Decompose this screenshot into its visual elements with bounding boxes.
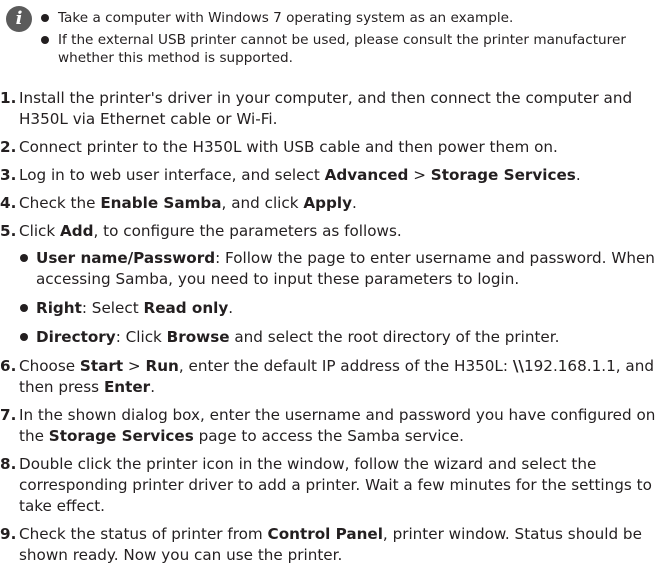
label-apply: Apply [303,194,352,212]
step-text: . [575,166,581,184]
menu-start: Start [79,357,124,375]
step-number: 5. [0,222,17,240]
note-item: If the external USB printer cannot be us… [40,31,640,67]
bullet-icon [20,254,28,262]
note-list: Take a computer with Windows 7 operating… [40,9,640,71]
step-4: 4. Check the Enable Samba, and click App… [0,193,660,214]
parameter-text: and select the root directory of the pri… [229,328,560,346]
step-text: Click [19,222,61,240]
step-number: 9. [0,525,17,543]
document-page: i Take a computer with Windows 7 operati… [0,0,660,566]
note-item: Take a computer with Windows 7 operating… [40,9,640,27]
step-number: 3. [0,166,17,184]
step-number: 6. [0,357,17,375]
parameter-name: User name/Password [36,249,216,267]
parameter-name: Right [36,299,82,317]
step-9: 9. Check the status of printer from Cont… [0,524,660,566]
step-5: 5. Click Add, to configure the parameter… [0,221,660,348]
parameter-name: Directory [36,328,116,346]
parameter-text: : Click [115,328,167,346]
step-number: 8. [0,455,17,473]
step-text: Check the [19,194,101,212]
step-number: 7. [0,406,17,424]
option-enable-samba: Enable Samba [100,194,222,212]
label-browse: Browse [166,328,230,346]
step-2: 2. Connect printer to the H350L with USB… [0,137,660,158]
step-6: 6. Choose Start > Run, enter the default… [0,356,660,398]
step-1: 1. Install the printer's driver in your … [0,88,660,130]
steps-list: 1. Install the printer's driver in your … [0,88,660,573]
step-text: Double click the printer icon in the win… [19,455,652,515]
step-text: , and click [221,194,304,212]
menu-storage-services: Storage Services [430,166,576,184]
step-number: 4. [0,194,17,212]
step-text: . [150,378,156,396]
info-icon: i [6,6,32,32]
parameter-item: User name/Password: Follow the page to e… [19,248,660,290]
menu-control-panel: Control Panel [267,525,383,543]
step-text: Connect printer to the H350L with USB ca… [19,138,558,156]
step-3: 3. Log in to web user interface, and sel… [0,165,660,186]
note-item-text: Take a computer with Windows 7 operating… [58,10,514,26]
menu-run: Run [145,357,179,375]
step-text: > [408,166,431,184]
step-number: 2. [0,138,17,156]
step-text: > [123,357,146,375]
step-text: , to configure the parameters as follows… [93,222,402,240]
step-text: Install the printer's driver in your com… [19,89,633,128]
menu-advanced: Advanced [324,166,409,184]
step-text: Log in to web user interface, and select [19,166,325,184]
bullet-icon [20,333,28,341]
parameter-text: . [228,299,234,317]
step-text: page to access the Samba service. [193,427,464,445]
step-text: , enter the default IP address of the H3… [178,357,513,375]
parameter-list: User name/Password: Follow the page to e… [19,248,660,348]
parameter-item: Directory: Click Browse and select the r… [19,327,660,348]
step-8: 8. Double click the printer icon in the … [0,454,660,517]
bullet-icon [41,36,49,44]
label-add: Add [60,222,94,240]
note-item-text: If the external USB printer cannot be us… [58,32,626,66]
step-text: Choose [19,357,80,375]
parameter-item: Right: Select Read only. [19,298,660,319]
step-text: Check the status of printer from [19,525,268,543]
option-read-only: Read only [143,299,229,317]
step-7: 7. In the shown dialog box, enter the us… [0,405,660,447]
bullet-icon [41,14,49,22]
step-number: 1. [0,89,17,107]
ip-prefix: \\ [512,357,524,375]
key-enter: Enter [103,378,151,396]
step-text: . [351,194,357,212]
page-storage-services: Storage Services [48,427,194,445]
parameter-text: : Select [81,299,144,317]
bullet-icon [20,304,28,312]
